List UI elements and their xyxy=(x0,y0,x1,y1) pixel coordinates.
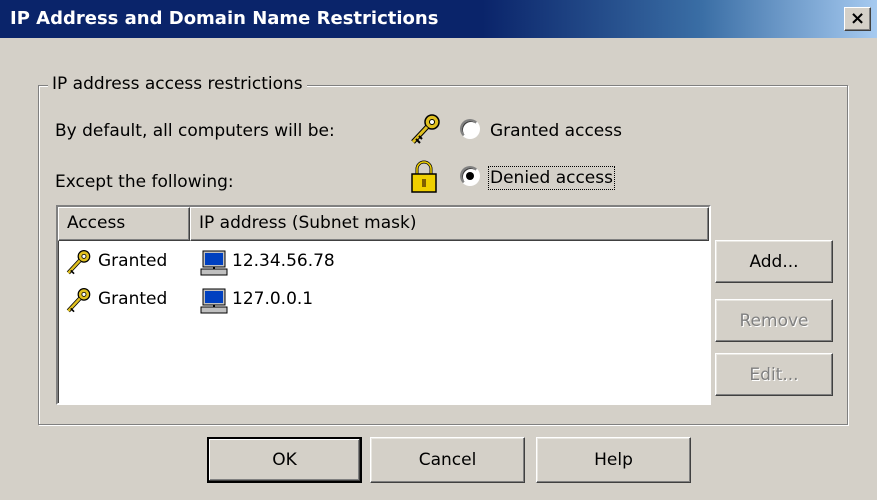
edit-button[interactable]: Edit... xyxy=(715,353,833,396)
row-ip-value: 12.34.56.78 xyxy=(232,251,335,271)
lock-icon xyxy=(411,160,437,193)
default-access-label: By default, all computers will be: xyxy=(55,121,335,141)
granted-access-label[interactable]: Granted access xyxy=(490,121,622,141)
add-button[interactable]: Add... xyxy=(715,240,833,283)
remove-button[interactable]: Remove xyxy=(715,299,833,342)
granted-access-radio[interactable] xyxy=(460,119,480,139)
row-ip-value: 127.0.0.1 xyxy=(232,289,314,309)
key-icon xyxy=(66,250,91,275)
column-header-ip-address[interactable]: IP address (Subnet mask) xyxy=(190,207,709,241)
listview-header: Access IP address (Subnet mask) xyxy=(58,207,709,241)
table-row[interactable]: Granted 127.0.0.1 xyxy=(58,285,709,315)
row-access-value: Granted xyxy=(98,251,168,271)
title-bar[interactable]: IP Address and Domain Name Restrictions … xyxy=(0,0,877,38)
close-icon: × xyxy=(849,8,866,29)
cancel-button[interactable]: Cancel xyxy=(370,437,525,483)
denied-access-label[interactable]: Denied access xyxy=(488,166,615,190)
restrictions-listview[interactable]: Access IP address (Subnet mask) Granted … xyxy=(56,205,711,405)
key-icon xyxy=(66,288,91,313)
key-icon xyxy=(411,114,440,144)
computer-icon xyxy=(200,288,228,314)
window-title: IP Address and Domain Name Restrictions xyxy=(10,8,439,29)
table-row[interactable]: Granted 12.34.56.78 xyxy=(58,247,709,277)
close-button[interactable]: × xyxy=(844,7,871,31)
column-header-access[interactable]: Access xyxy=(58,207,190,241)
denied-access-radio[interactable] xyxy=(460,166,480,186)
except-following-label: Except the following: xyxy=(55,172,234,192)
ok-button[interactable]: OK xyxy=(207,437,362,483)
groupbox-legend: IP address access restrictions xyxy=(48,74,307,94)
help-button[interactable]: Help xyxy=(536,437,691,483)
row-access-value: Granted xyxy=(98,289,168,309)
computer-icon xyxy=(200,250,228,276)
